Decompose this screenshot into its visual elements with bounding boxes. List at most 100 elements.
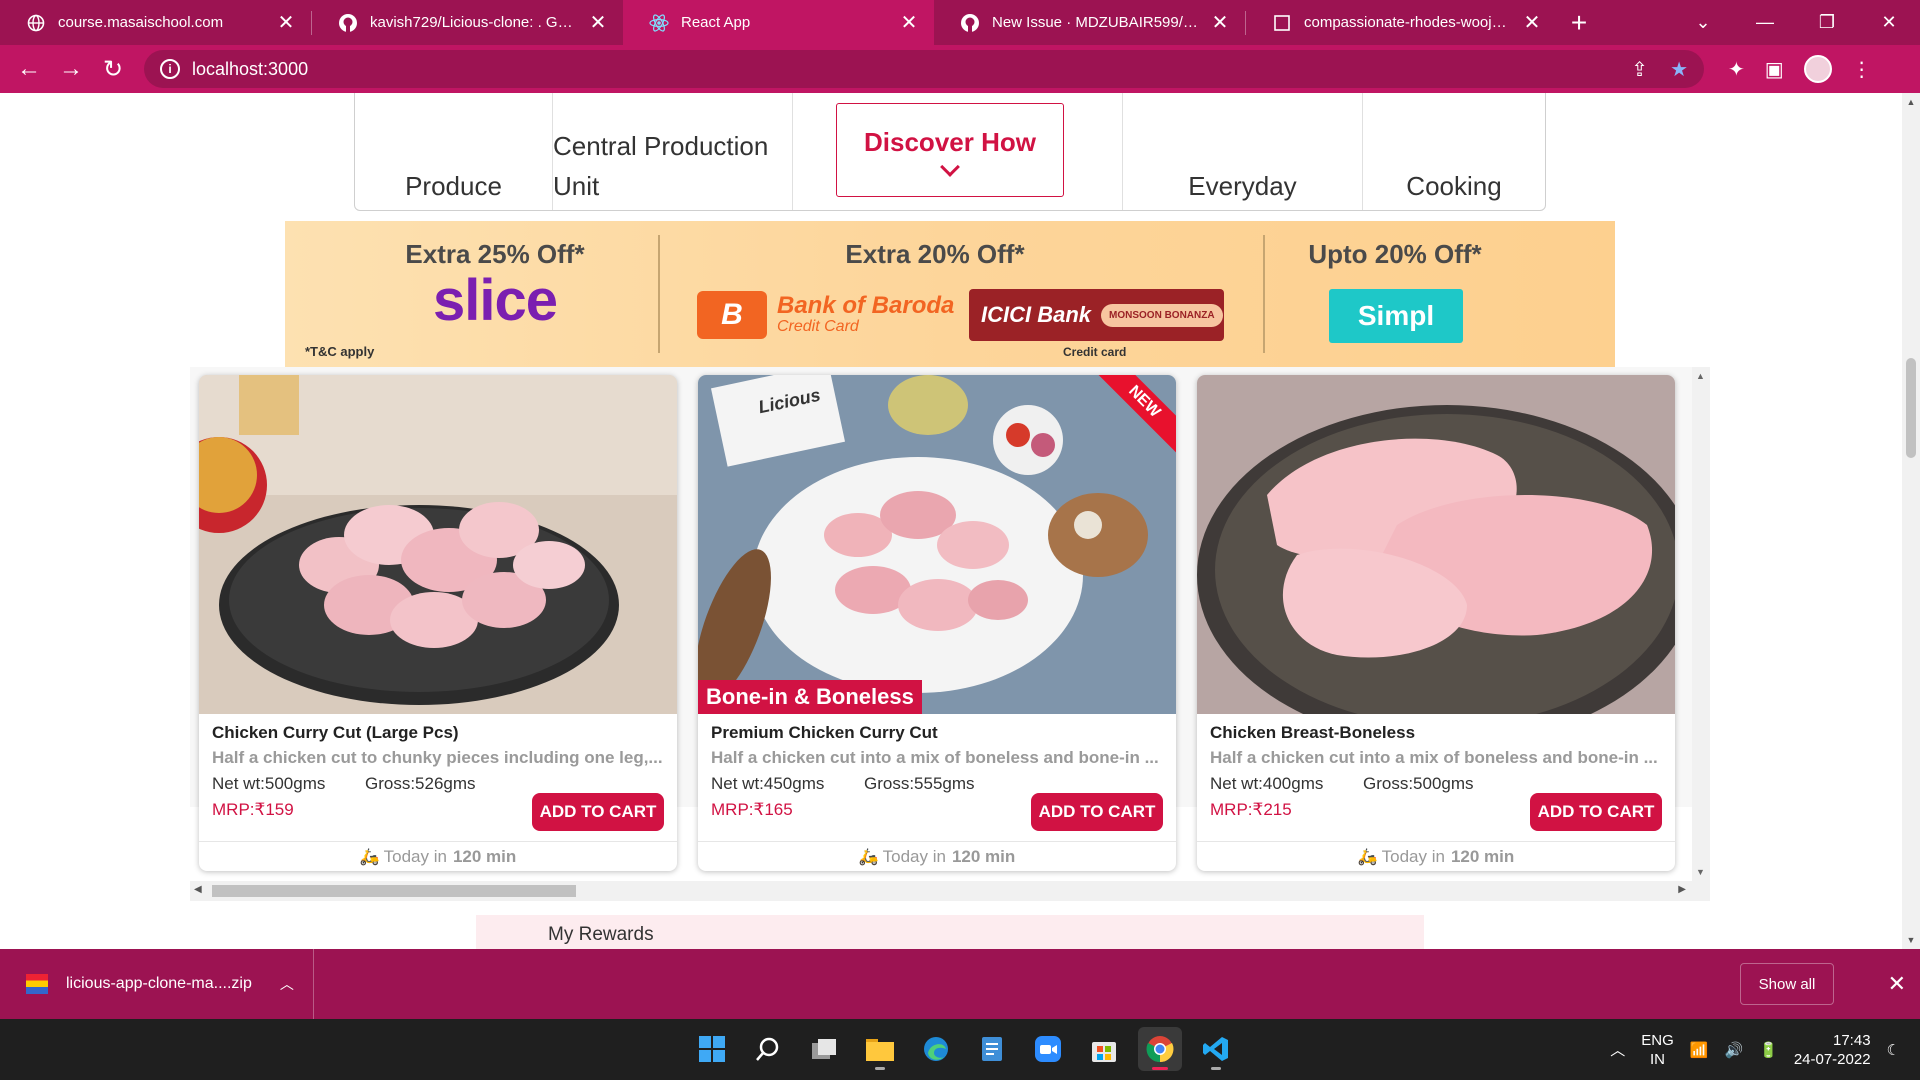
side-panel-icon[interactable]: ▣ [1765,57,1784,82]
offer-headline: Extra 20% Off* [845,239,1025,269]
scroll-left-icon[interactable]: ◀ [194,884,202,895]
close-icon[interactable]: ✕ [1888,971,1906,997]
delivery-scooter-icon: 🛵 [359,848,380,866]
banner-divider [658,235,660,353]
profile-avatar[interactable] [1803,55,1832,83]
scrollbar-thumb[interactable] [1906,358,1916,458]
vscode-icon[interactable] [1194,1027,1238,1071]
bone-boneless-badge: Bone-in & Boneless [698,680,922,714]
bank-offers-banner[interactable]: Extra 25% Off* slice *T&C apply Extra 20… [285,221,1615,367]
reload-icon[interactable]: ↻ [92,48,134,90]
discover-how-button[interactable]: Discover How [836,103,1064,197]
volume-icon[interactable]: 🔊 [1724,1041,1743,1059]
browser-tab[interactable]: course.masaischool.com ✕ [0,0,311,45]
icici-bank-logo: ICICI Bank MONSOON BONANZA [969,289,1224,341]
page-scrollbar[interactable]: ▲ ▼ [1902,93,1920,949]
chevron-up-icon[interactable]: ︿ [280,974,294,994]
tab-search-icon[interactable]: ⌄ [1672,0,1734,45]
feature-item: Central Production Unit [553,93,793,210]
battery-icon[interactable]: 🔋 [1759,1041,1778,1059]
download-bar: licious-app-clone-ma....zip ︿ Show all ✕ [0,949,1920,1019]
carousel-horizontal-scrollbar[interactable]: ◀ ▶ [190,881,1710,901]
search-icon[interactable] [746,1027,790,1071]
chevron-up-icon[interactable]: ︿ [1610,1039,1625,1060]
download-filename: licious-app-clone-ma....zip [66,975,252,992]
tab-close-icon[interactable]: ✕ [1209,10,1231,35]
task-view-icon[interactable] [802,1027,846,1071]
product-card[interactable]: Chicken Curry Cut (Large Pcs) Half a chi… [199,375,677,871]
notification-icon[interactable]: ☾ [1887,1041,1900,1059]
close-window-icon[interactable]: ✕ [1858,0,1920,45]
share-icon[interactable]: ⇪ [1631,57,1648,82]
product-image[interactable] [199,375,677,714]
scroll-up-icon[interactable]: ▲ [1696,371,1705,381]
bookmark-star-icon[interactable]: ★ [1670,57,1688,82]
product-name[interactable]: Premium Chicken Curry Cut [711,723,938,743]
feature-label: Produce [405,171,502,201]
browser-tab[interactable]: New Issue · MDZUBAIR599/licious- ✕ [934,0,1245,45]
new-tab-button[interactable]: + [1557,0,1601,45]
restore-icon[interactable]: ❐ [1796,0,1858,45]
terms-note: *T&C apply [305,344,375,359]
product-card[interactable]: NEW Bone-in & Boneless Licious Premium C… [698,375,1176,871]
browser-tab[interactable]: compassionate-rhodes-woojci - Co ✕ [1246,0,1557,45]
product-price: MRP:₹165 [711,800,793,819]
address-bar[interactable]: i localhost:3000 ⇪ ★ [144,50,1704,88]
clock-date: 24-07-2022 [1793,1050,1871,1068]
clock[interactable]: 17:43 24-07-2022 [1794,1031,1871,1069]
show-all-button[interactable]: Show all [1740,963,1834,1005]
chrome-icon[interactable] [1138,1027,1182,1071]
delivery-scooter-icon: 🛵 [858,848,879,866]
icici-sub: Credit card [1063,345,1127,359]
scrollbar-thumb[interactable] [212,885,576,897]
add-to-cart-button[interactable]: ADD TO CART [532,793,664,831]
scroll-down-icon[interactable]: ▼ [1902,935,1920,945]
add-to-cart-button[interactable]: ADD TO CART [1031,793,1163,831]
wifi-icon[interactable]: 📶 [1690,1041,1709,1059]
net-weight: Net wt:450gms [711,774,825,793]
carousel-vertical-scrollbar[interactable]: ▲ ▼ [1692,367,1710,881]
scroll-down-icon[interactable]: ▼ [1696,867,1705,877]
delivery-info: 🛵 Today in 120 min [199,841,677,871]
scroll-right-icon[interactable]: ▶ [1678,884,1686,895]
back-icon[interactable]: ← [8,48,50,90]
slice-logo: slice [433,268,558,333]
zip-archive-icon [26,974,48,994]
file-explorer-icon[interactable] [858,1027,902,1071]
taskbar-apps [690,1027,1238,1071]
add-to-cart-button[interactable]: ADD TO CART [1530,793,1662,831]
omnibox-actions: ⇪ ★ [1631,57,1688,82]
tab-close-icon[interactable]: ✕ [275,10,297,35]
feature-item: Cooking [1363,93,1545,210]
product-name[interactable]: Chicken Breast-Boneless [1210,723,1415,743]
tab-close-icon[interactable]: ✕ [1521,10,1543,35]
system-tray: ︿ ENG IN 📶 🔊 🔋 17:43 24-07-2022 ☾ [1610,1019,1900,1080]
product-image[interactable] [1197,375,1675,745]
windows-start-icon[interactable] [690,1027,734,1071]
product-image[interactable]: NEW Bone-in & Boneless Licious [698,375,1176,714]
product-card[interactable]: Chicken Breast-Boneless Half a chicken c… [1197,375,1675,871]
gross-weight: Gross:555gms [864,774,975,793]
edge-icon[interactable] [914,1027,958,1071]
product-carousel[interactable]: Chicken Curry Cut (Large Pcs) Half a chi… [190,367,1710,871]
minimize-icon[interactable]: — [1734,0,1796,45]
microsoft-store-icon[interactable] [1082,1027,1126,1071]
scroll-up-icon[interactable]: ▲ [1902,97,1920,107]
zoom-icon[interactable] [1026,1027,1070,1071]
tab-close-icon[interactable]: ✕ [587,10,609,35]
bank-of-baroda-logo: B Bank of Baroda Credit Card [697,291,954,339]
tab-close-icon[interactable]: ✕ [898,10,920,35]
site-info-icon[interactable]: i [160,59,180,79]
rewards-title: My Rewards [548,924,654,945]
browser-tab-active[interactable]: React App ✕ [623,0,934,45]
my-rewards-section[interactable]: My Rewards [476,915,1424,949]
forward-icon[interactable]: → [50,48,92,90]
extensions-icon[interactable]: ✦ [1728,57,1745,82]
language-indicator[interactable]: ENG IN [1641,1031,1674,1069]
product-name[interactable]: Chicken Curry Cut (Large Pcs) [212,723,459,743]
notepad-icon[interactable] [970,1027,1014,1071]
tab-title: New Issue · MDZUBAIR599/licious- [992,14,1201,31]
menu-icon[interactable]: ⋮ [1852,57,1872,82]
download-item[interactable]: licious-app-clone-ma....zip ︿ [0,949,314,1019]
browser-tab[interactable]: kavish729/Licious-clone: . Get delic ✕ [312,0,623,45]
